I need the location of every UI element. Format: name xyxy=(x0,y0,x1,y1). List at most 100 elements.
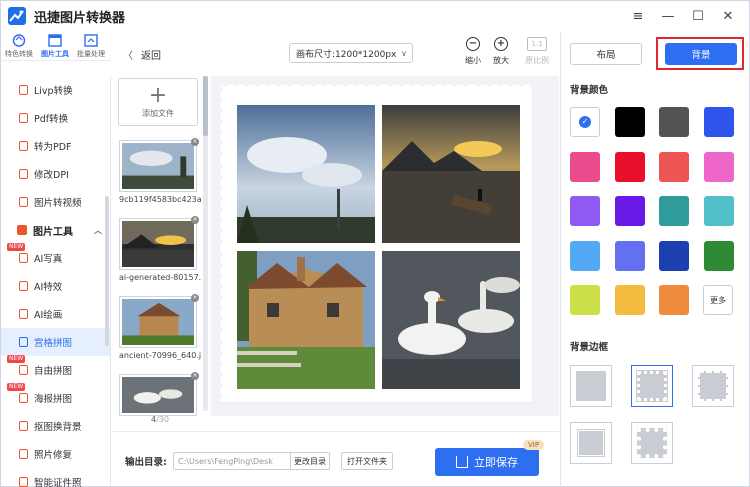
color-swatch[interactable] xyxy=(703,196,734,226)
sidebar-item-dpi[interactable]: 修改DPI xyxy=(1,160,110,188)
original-ratio-button[interactable]: 1:1 原比例 xyxy=(523,37,551,66)
sidebar-item-image-to-video[interactable]: 图片转视频 xyxy=(1,188,110,216)
sidebar-item-livp[interactable]: Livp转换 xyxy=(1,76,110,104)
file-icon xyxy=(19,421,28,431)
title-bar: 迅捷图片转换器 ≡ — ☐ ✕ xyxy=(1,1,749,31)
canvas-size-select[interactable]: 画布尺寸:1200*1200px ∨ xyxy=(289,43,413,63)
file-icon xyxy=(19,281,28,291)
file-thumbnail[interactable] xyxy=(119,374,197,416)
close-icon[interactable]: ✕ xyxy=(713,5,743,27)
menu-icon[interactable]: ≡ xyxy=(623,5,653,27)
collage-photo-cottage[interactable] xyxy=(237,251,375,389)
color-swatch[interactable] xyxy=(570,240,600,271)
back-button[interactable]: 〈返回 xyxy=(123,47,161,62)
zoom-in-button[interactable]: + 放大 xyxy=(487,37,515,66)
color-swatch[interactable] xyxy=(614,196,645,226)
color-swatch[interactable] xyxy=(703,107,734,137)
color-swatch[interactable] xyxy=(659,196,689,226)
bg-border-title: 背景边框 xyxy=(570,342,609,353)
zoom-in-icon: + xyxy=(494,37,508,51)
vip-badge: VIP xyxy=(523,440,545,450)
color-swatch[interactable] xyxy=(614,240,645,271)
color-swatch[interactable] xyxy=(614,107,645,137)
file-list-scrollbar[interactable] xyxy=(203,76,208,411)
back-label: 返回 xyxy=(141,51,161,62)
color-swatch[interactable] xyxy=(703,151,734,182)
color-swatch[interactable] xyxy=(703,240,734,271)
check-icon: ✓ xyxy=(579,116,591,128)
thumbnail-image xyxy=(122,299,194,345)
color-swatch[interactable] xyxy=(659,240,689,271)
file-thumbnail[interactable] xyxy=(119,218,197,270)
sidebar-item-ai-painting[interactable]: AI绘画 xyxy=(1,300,110,328)
border-style-notched[interactable] xyxy=(570,422,612,464)
file-icon xyxy=(19,309,28,319)
tab-image-tools[interactable]: 图片工具 xyxy=(37,31,73,60)
tab-label: 特色转换 xyxy=(5,50,33,58)
color-swatch[interactable] xyxy=(614,285,645,315)
sidebar-scrollbar[interactable] xyxy=(105,196,109,346)
convert-icon xyxy=(12,34,26,47)
collage-photo-sky[interactable] xyxy=(237,105,375,243)
sidebar-item-ai-effects[interactable]: AI特效 xyxy=(1,272,110,300)
sidebar-item-cutout-bg[interactable]: 抠图换背景 xyxy=(1,412,110,440)
border-style-scalloped[interactable] xyxy=(692,365,734,407)
tab-batch[interactable]: 批量处理 xyxy=(73,31,109,60)
save-now-button[interactable]: 立即保存 xyxy=(435,448,539,476)
color-swatch[interactable] xyxy=(659,151,689,182)
more-colors-button[interactable]: 更多 xyxy=(703,285,733,315)
sidebar-item-to-pdf[interactable]: 转为PDF xyxy=(1,132,110,160)
file-name: ancient-70996_640.j... xyxy=(119,351,201,360)
color-swatch[interactable] xyxy=(659,285,689,315)
sidebar-item-poster-collage[interactable]: NEW 海报拼图 xyxy=(1,383,110,412)
sidebar-item-label: 图片转视频 xyxy=(34,198,82,209)
sidebar-item-label: 转为PDF xyxy=(34,142,72,153)
tab-label: 批量处理 xyxy=(77,50,105,58)
sidebar-item-free-collage[interactable]: NEW 自由拼图 xyxy=(1,355,110,384)
maximize-icon[interactable]: ☐ xyxy=(683,5,713,27)
remove-file-icon[interactable]: × xyxy=(191,294,199,302)
collage-photo-lake-sunset[interactable] xyxy=(382,105,520,243)
file-icon xyxy=(19,393,28,403)
sidebar-item-label: 抠图换背景 xyxy=(34,422,82,433)
sidebar-section-image-tools[interactable]: 图片工具 ︿ xyxy=(1,216,110,244)
remove-file-icon[interactable]: × xyxy=(191,372,199,380)
border-style-plain[interactable] xyxy=(570,365,612,407)
open-folder-button[interactable]: 打开文件夹 xyxy=(341,452,393,470)
border-style-tiled[interactable] xyxy=(631,422,673,464)
remove-file-icon[interactable]: × xyxy=(191,138,199,146)
tab-special-convert[interactable]: 特色转换 xyxy=(1,31,37,60)
zoom-out-label: 缩小 xyxy=(465,56,481,65)
sidebar-item-photo-repair[interactable]: 照片修复 xyxy=(1,440,110,468)
download-icon xyxy=(456,456,468,468)
zoom-in-label: 放大 xyxy=(493,56,509,65)
tab-layout[interactable]: 布局 xyxy=(570,43,642,65)
color-swatch[interactable] xyxy=(614,151,645,182)
file-icon xyxy=(19,477,28,487)
color-swatch[interactable] xyxy=(659,107,689,137)
add-file-button[interactable]: + 添加文件 xyxy=(118,78,198,126)
sidebar-item-ai-portrait[interactable]: NEW AI写真 xyxy=(1,243,110,272)
collage-photo-swans[interactable] xyxy=(382,251,520,389)
color-swatch[interactable]: ✓ xyxy=(570,107,600,137)
color-swatch[interactable] xyxy=(570,151,600,182)
color-swatch[interactable] xyxy=(570,285,600,315)
file-icon xyxy=(19,253,28,263)
sidebar-item-pdf-convert[interactable]: Pdf转换 xyxy=(1,104,110,132)
output-dir-input[interactable] xyxy=(173,452,291,470)
remove-file-icon[interactable]: × xyxy=(191,216,199,224)
file-icon xyxy=(19,113,28,123)
section-label: 图片工具 xyxy=(33,226,73,238)
minimize-icon[interactable]: — xyxy=(653,5,683,27)
border-style-stamp[interactable] xyxy=(631,365,673,407)
sidebar-item-id-photo[interactable]: 智能证件照 xyxy=(1,468,110,487)
sidebar-item-grid-collage[interactable]: 宫格拼图 xyxy=(1,328,110,356)
color-swatch[interactable] xyxy=(570,196,600,226)
file-thumbnail[interactable] xyxy=(119,296,197,348)
change-dir-button[interactable]: 更改目录 xyxy=(290,452,330,470)
file-thumbnail[interactable] xyxy=(119,140,197,192)
border-preview xyxy=(636,370,668,402)
sidebar: Livp转换 Pdf转换 转为PDF 修改DPI 图片转视频 图片工具 ︿ NEW… xyxy=(1,76,111,487)
canvas-size-value: 画布尺寸:1200*1200px xyxy=(296,49,397,60)
zoom-out-button[interactable]: − 缩小 xyxy=(459,37,487,66)
